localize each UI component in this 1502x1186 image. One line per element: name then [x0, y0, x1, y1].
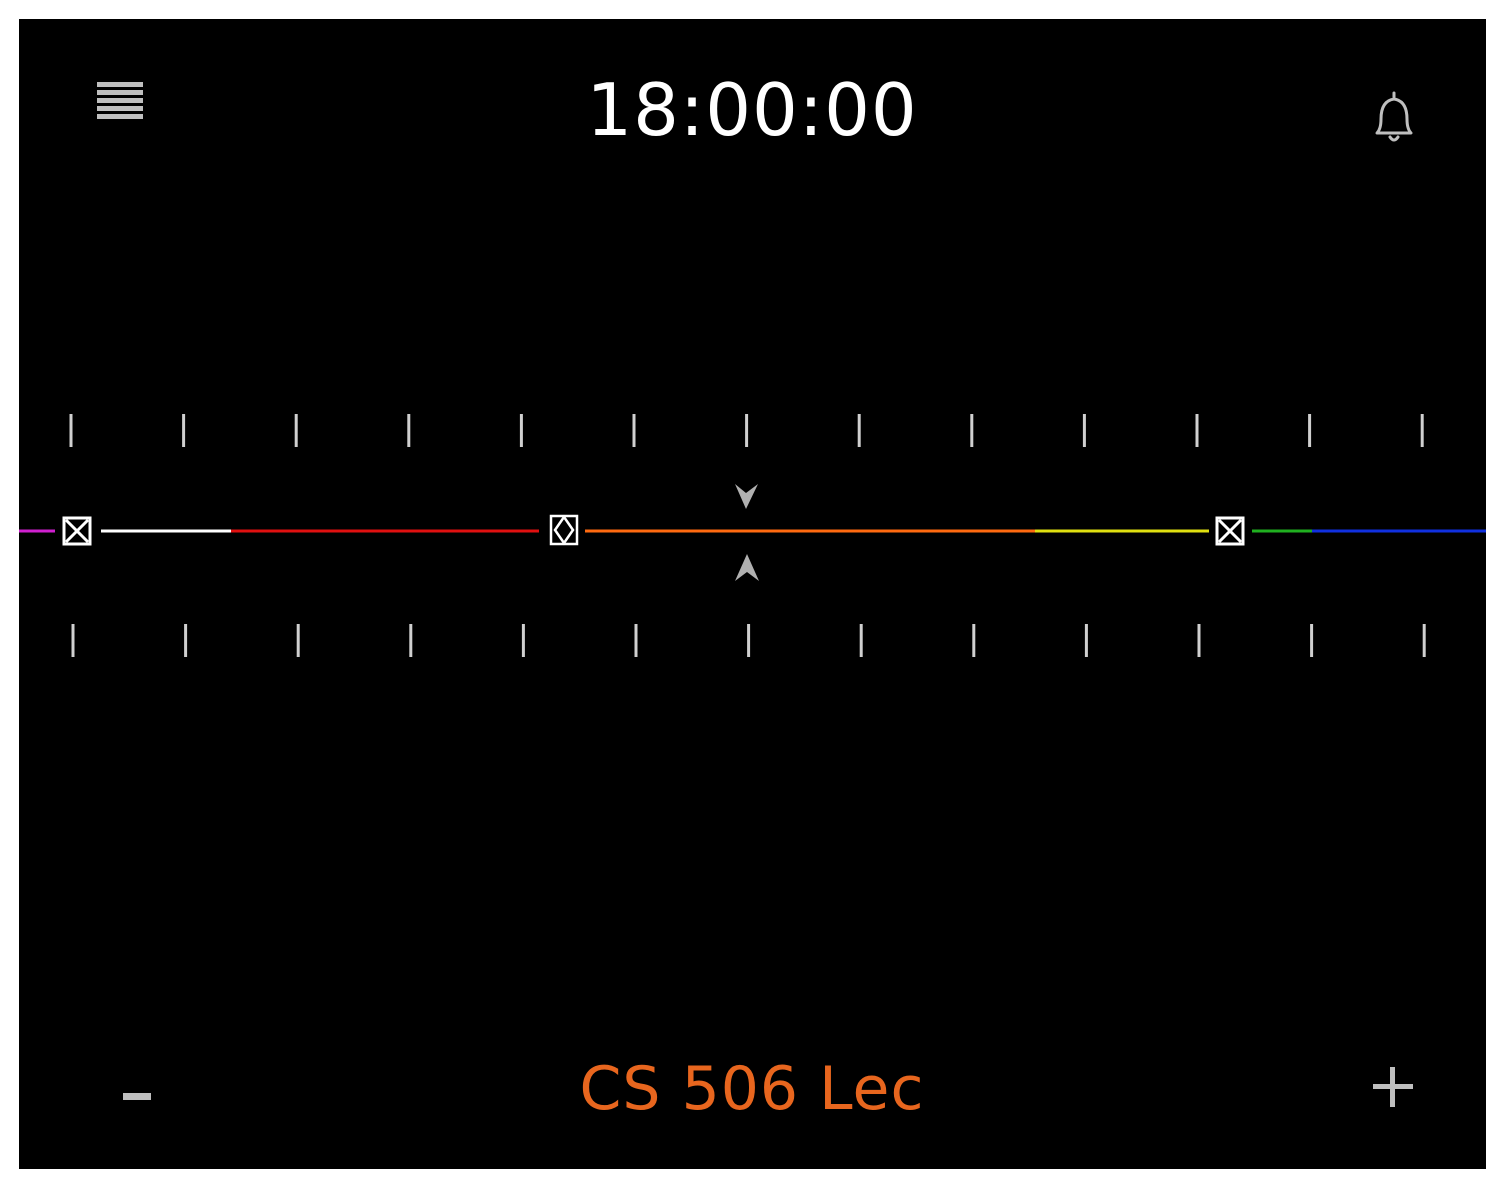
- zoom-out-button[interactable]: [117, 1079, 157, 1119]
- zoom-in-button[interactable]: [1371, 1065, 1415, 1109]
- current-time-arrow-down-icon: [735, 484, 758, 509]
- event-marker[interactable]: [1215, 516, 1245, 546]
- watch-screen: 18:00:00 CS 506 Lec: [19, 19, 1486, 1169]
- event-marker[interactable]: [62, 516, 92, 546]
- event-marker[interactable]: [549, 514, 579, 546]
- timeline[interactable]: [19, 19, 1486, 1169]
- event-title: CS 506 Lec: [579, 1054, 925, 1124]
- top-tick-row: [69, 414, 1424, 447]
- current-time-arrow-up-icon: [735, 554, 759, 581]
- bottom-tick-row: [71, 624, 1426, 657]
